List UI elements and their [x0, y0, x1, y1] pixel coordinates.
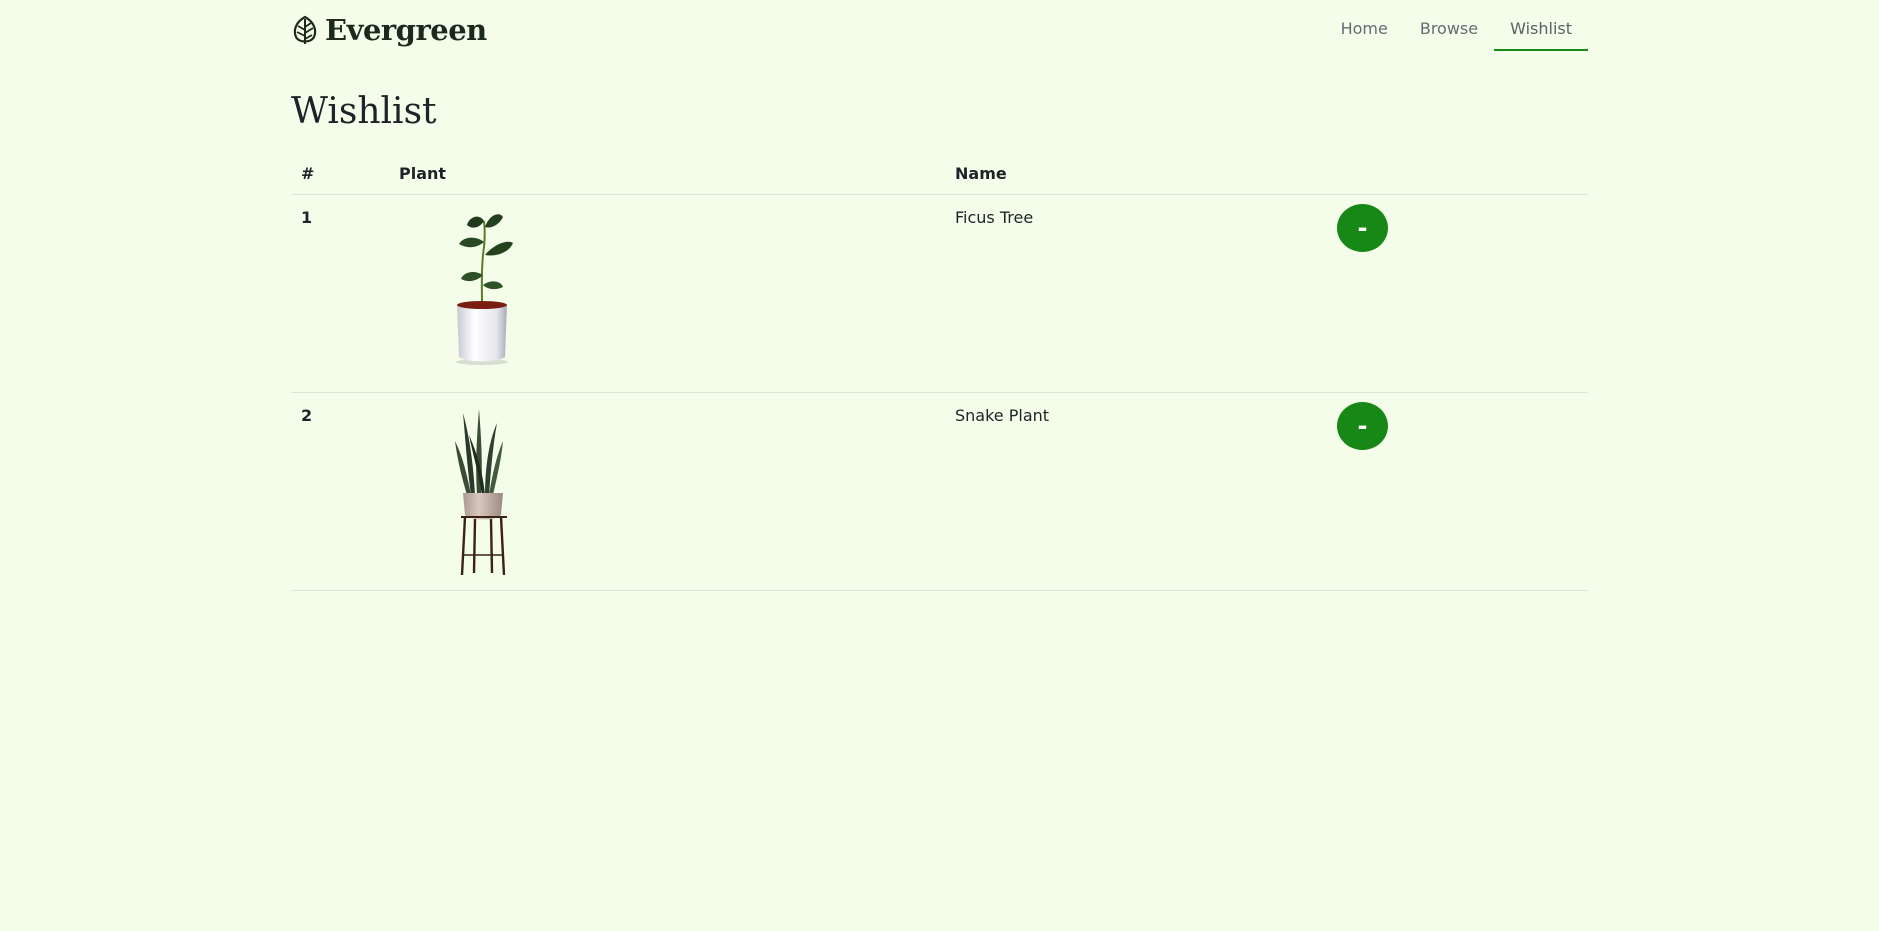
plant-cell	[389, 392, 945, 591]
navbar: Evergreen Home Browse Wishlist	[291, 0, 1588, 52]
wishlist-table: # Plant Name 1 Ficus Tree - 2 Snake Plan…	[291, 152, 1588, 591]
table-row: 1 Ficus Tree -	[291, 194, 1588, 393]
row-number: 1	[291, 194, 389, 393]
plant-cell	[389, 194, 945, 393]
page-title: Wishlist	[291, 91, 437, 132]
action-cell: -	[1327, 194, 1588, 393]
main-nav: Home Browse Wishlist	[1325, 0, 1588, 52]
brand-link[interactable]: Evergreen	[291, 12, 487, 48]
nav-home[interactable]: Home	[1325, 0, 1404, 52]
nav-browse[interactable]: Browse	[1404, 0, 1494, 52]
header-action	[1327, 152, 1588, 195]
nav-wishlist[interactable]: Wishlist	[1494, 0, 1588, 51]
table-header-row: # Plant Name	[291, 152, 1588, 195]
ficus-tree-image	[456, 214, 513, 365]
header-name: Name	[945, 152, 1327, 195]
remove-button[interactable]: -	[1337, 204, 1388, 252]
table-row: 2 Snake Plant -	[291, 392, 1588, 591]
header-number: #	[291, 152, 389, 195]
header-plant: Plant	[389, 152, 945, 195]
row-number: 2	[291, 392, 389, 591]
snake-plant-image	[455, 409, 507, 576]
action-cell: -	[1327, 392, 1588, 591]
brand-name: Evergreen	[325, 13, 487, 47]
plant-name: Ficus Tree	[945, 194, 1327, 393]
plant-name: Snake Plant	[945, 392, 1327, 591]
leaf-logo-icon	[293, 15, 317, 44]
remove-button[interactable]: -	[1337, 402, 1388, 450]
page-container: Evergreen Home Browse Wishlist Wishlist …	[291, 0, 1588, 591]
